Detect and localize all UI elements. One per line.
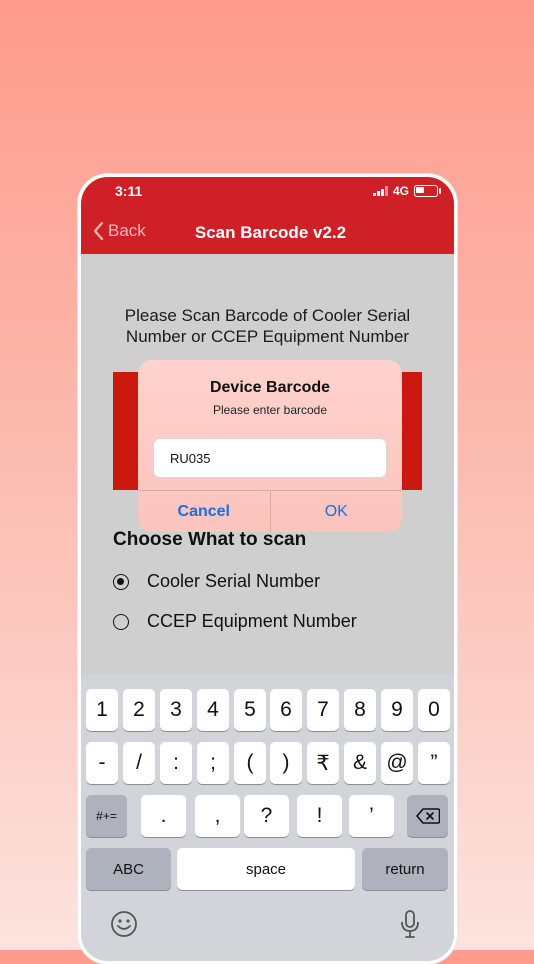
- key-3[interactable]: 3: [160, 689, 192, 731]
- key-apostrophe[interactable]: ’: [349, 795, 394, 837]
- key-exclamation[interactable]: !: [297, 795, 342, 837]
- dialog-message: Please enter barcode: [212, 403, 328, 417]
- microphone-icon[interactable]: [399, 909, 421, 944]
- device-barcode-dialog: Device Barcode Please enter barcode Canc…: [138, 360, 402, 532]
- key-period[interactable]: .: [141, 795, 186, 837]
- key-paren-close[interactable]: ): [270, 742, 302, 784]
- key-symbols[interactable]: #+=: [86, 795, 127, 837]
- key-2[interactable]: 2: [123, 689, 155, 731]
- nav-bar: 3:11 4G Back Scan Barcode v2.2: [81, 177, 454, 254]
- option-label: CCEP Equipment Number: [147, 611, 357, 631]
- option-cooler-serial[interactable]: Cooler Serial Number: [113, 571, 320, 592]
- key-semicolon[interactable]: ;: [197, 742, 229, 784]
- choose-heading: Choose What to scan: [113, 529, 307, 550]
- dialog-title: Device Barcode: [209, 379, 331, 396]
- key-9[interactable]: 9: [381, 689, 413, 731]
- key-ampersand[interactable]: &: [344, 742, 376, 784]
- key-at[interactable]: @: [381, 742, 413, 784]
- barcode-input[interactable]: [153, 438, 387, 478]
- network-label: 4G: [392, 184, 409, 198]
- option-label: Cooler Serial Number: [147, 571, 321, 591]
- scan-instructions: Please Scan Barcode of Cooler Serial Num…: [101, 305, 434, 347]
- abc-key[interactable]: ABC: [86, 848, 171, 890]
- delete-key[interactable]: [407, 795, 448, 837]
- key-5[interactable]: 5: [234, 689, 266, 731]
- phone-frame: 3:11 4G Back Scan Barcode v2.2 Please Sc…: [78, 174, 457, 964]
- key-colon[interactable]: :: [160, 742, 192, 784]
- radio-selected-icon[interactable]: [113, 573, 129, 590]
- return-key[interactable]: return: [362, 848, 448, 890]
- key-paren-open[interactable]: (: [234, 742, 266, 784]
- key-slash[interactable]: /: [123, 742, 155, 784]
- key-question[interactable]: ?: [244, 795, 289, 837]
- key-0[interactable]: 0: [418, 689, 450, 731]
- keyboard: 1 2 3 4 5 6 7 8 9 0 - / : ; ( ) ₹ & @ ” …: [81, 675, 454, 961]
- space-key[interactable]: space: [177, 848, 355, 890]
- key-rupee[interactable]: ₹: [307, 742, 339, 784]
- key-1[interactable]: 1: [86, 689, 118, 731]
- cancel-button[interactable]: Cancel: [138, 491, 271, 532]
- key-7[interactable]: 7: [307, 689, 339, 731]
- battery-icon: [414, 185, 441, 197]
- key-8[interactable]: 8: [344, 689, 376, 731]
- key-dash[interactable]: -: [86, 742, 118, 784]
- key-comma[interactable]: ,: [195, 795, 240, 837]
- dialog-actions: Cancel OK: [138, 490, 402, 532]
- page-title: Scan Barcode v2.2: [194, 223, 347, 242]
- instructions-line-1: Please Scan Barcode of Cooler Serial: [124, 306, 411, 325]
- option-ccep-equipment[interactable]: CCEP Equipment Number: [113, 611, 357, 632]
- instructions-line-2: Number or CCEP Equipment Number: [125, 327, 410, 346]
- status-indicators: 4G: [372, 184, 441, 198]
- status-time: 3:11: [115, 183, 143, 199]
- emoji-icon[interactable]: [110, 910, 138, 943]
- signal-icon: [372, 186, 388, 196]
- backspace-icon: [415, 808, 440, 824]
- key-6[interactable]: 6: [270, 689, 302, 731]
- key-4[interactable]: 4: [197, 689, 229, 731]
- ok-button[interactable]: OK: [271, 491, 403, 532]
- key-quote[interactable]: ”: [418, 742, 450, 784]
- radio-unselected-icon[interactable]: [113, 613, 129, 630]
- app-screen: 3:11 4G Back Scan Barcode v2.2 Please Sc…: [81, 177, 454, 961]
